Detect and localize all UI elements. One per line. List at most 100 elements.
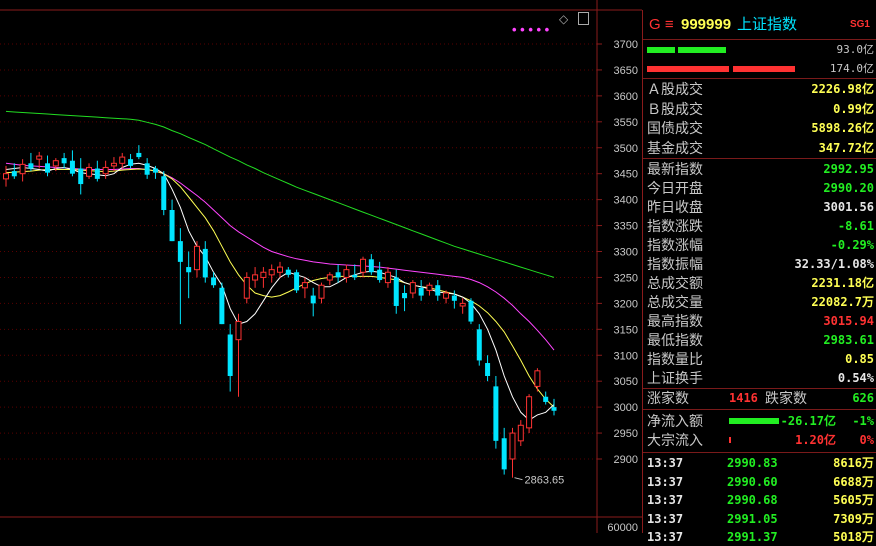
candle-body [177,241,183,262]
tick-price: 2990.60 [727,474,778,489]
price-tick-label: 3200 [614,298,638,310]
candle-body [45,163,51,173]
candle-body [318,284,325,299]
divider [643,409,876,410]
divider [643,158,876,159]
price-tick-label: 3450 [614,169,638,181]
candle [517,420,524,447]
candle-body [219,287,225,325]
candle-body [19,163,26,175]
candle [69,150,75,177]
ma20-line [5,162,555,351]
quote-value: -8.61 [837,219,874,233]
candle [45,155,51,177]
candle-body [61,158,67,164]
down-count: 626 [852,391,874,405]
quote-label: 最低指数 [647,332,703,348]
candle-body [301,282,308,289]
quote-label: 上证换手 [647,370,703,386]
flow-row: 净流入额 -26.17亿 -1% [647,412,874,431]
quote-value: 32.33/1.08% [794,257,874,271]
candle-body [277,266,283,273]
candle [318,282,325,304]
candle [377,261,383,283]
candle [128,153,134,169]
price-tick-label: 3100 [614,350,638,362]
turnover-label: 国债成交 [647,120,703,136]
candle-body [509,432,516,460]
candle [402,285,408,312]
quote-row: 指数涨跌 -8.61 [647,217,874,236]
kline-chart-panel[interactable]: 3700 3650 3600 3550 3500 3450 3400 3350 3300 3250… [0,0,642,533]
turnover-value: 2226.98亿 [811,82,874,96]
candle [310,287,316,317]
diamond-icon[interactable]: ◇ [559,12,568,26]
candle [94,160,100,182]
flow-value: 1.20亿 [795,433,836,447]
candle-body [227,334,233,376]
quote-value: -0.29% [830,238,874,252]
price-axis: 3700 3650 3600 3550 3500 3450 3400 3350 3300 3250… [0,0,642,533]
turnover-value: 5898.26亿 [811,121,874,135]
candle-body [485,363,491,376]
candle [11,163,17,179]
quote-header: G ≡ 999999 上证指数 SG1 [647,14,874,36]
price-tick-label: 3650 [614,65,638,77]
candle-body [534,370,541,387]
candle [177,228,183,325]
price-tick-label: 3550 [614,117,638,129]
flow-label: 净流入额 [647,413,703,429]
candle [285,267,291,278]
flow-bar-row: 93.0亿 [647,40,874,59]
price-tick-label: 3300 [614,247,638,259]
quote-label: 昨日收盘 [647,199,703,215]
candle [468,298,474,325]
candle [219,282,225,325]
candle-body [252,274,259,281]
price-tick-label: 2950 [614,428,638,440]
kline-chart[interactable]: 3700 3650 3600 3550 3500 3450 3400 3350 3300 3250… [0,0,642,533]
candle [28,152,34,172]
candle-body [243,276,250,299]
turnover-label: Ｂ股成交 [647,100,703,117]
tick-time: 13:37 [647,511,684,526]
candle [78,158,84,195]
ma10-line [5,168,555,408]
candle-body [11,171,17,177]
candle-body [326,274,333,281]
candle [368,254,374,275]
candle-body [186,267,192,273]
candle [144,158,150,179]
candle [86,163,93,179]
candle-body [161,176,167,210]
quote-row: 今日开盘 2990.20 [647,179,874,198]
code-prefix: G ≡ [649,16,674,33]
tick-price: 2990.68 [727,493,778,507]
candle-body [128,159,134,166]
candle [61,152,67,169]
index-name: 上证指数 [737,16,798,33]
candle-body [102,166,109,175]
tick-volume: 6688万 [833,474,874,489]
bar-segment [647,66,729,72]
collapse-icon[interactable] [578,12,589,25]
candle-body [268,269,275,276]
candle-body [136,152,142,158]
quote-row: 指数振幅 32.33/1.08% [647,255,874,274]
down-count-label: 跌家数 [765,390,807,406]
price-tick-label: 3600 [614,91,638,103]
candle-body [551,407,557,411]
candle-body [451,295,457,301]
candle-body [260,271,267,278]
tick-volume: 8616万 [833,456,874,470]
candle [393,269,399,314]
candle-body [36,155,43,160]
bar-value: 174.0亿 [829,62,874,75]
price-tick-label: 3400 [614,195,638,207]
candle [193,241,200,278]
tick-time: 13:37 [647,493,684,507]
quote-value: 0.54% [837,371,874,385]
quote-label: 今日开盘 [647,180,703,196]
flow-pct: -1% [852,414,874,428]
tick-price: 2991.37 [727,530,778,544]
